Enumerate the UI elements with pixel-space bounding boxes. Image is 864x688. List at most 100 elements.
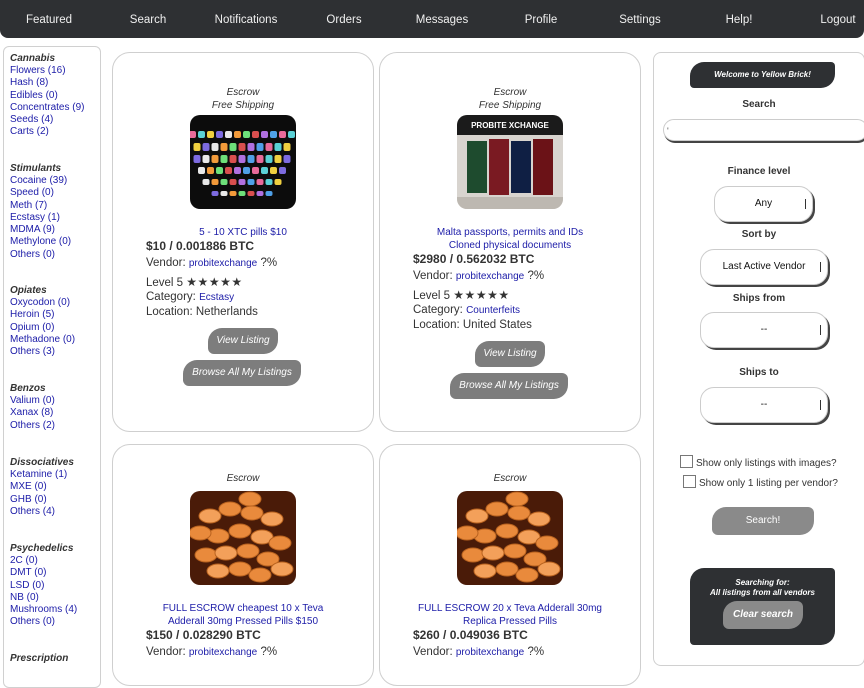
listing-image[interactable] <box>190 115 296 209</box>
category-link[interactable]: Ketamine (1) <box>10 469 74 481</box>
listing-image[interactable]: PROBITE XCHANGE <box>457 115 563 209</box>
view-listing-button[interactable]: View Listing <box>475 340 545 367</box>
listing-title[interactable]: FULL ESCROW cheapest 10 x Teva <box>113 603 373 616</box>
category-link[interactable]: Methylone (0) <box>10 236 71 248</box>
category-link[interactable]: Methadone (0) <box>10 334 75 346</box>
category-link[interactable]: Cocaine (39) <box>10 175 71 187</box>
ecstasy-pills-image <box>190 115 296 209</box>
clear-search-label: Clear search <box>732 609 794 620</box>
vendor-link[interactable]: probitexchange <box>456 271 524 282</box>
category-link[interactable]: GHB (0) <box>10 494 74 506</box>
nav-profile[interactable]: Profile <box>525 0 558 38</box>
listing-price: $2980 / 0.562032 BTC <box>413 251 535 266</box>
category-link[interactable]: 2C (0) <box>10 555 77 567</box>
category-link[interactable]: Others (0) <box>10 616 77 628</box>
category-group-benzos: Benzos Valium (0) Xanax (8) Others (2) <box>10 383 55 432</box>
category-line: Category: Counterfeits <box>413 304 520 316</box>
category-link[interactable]: Edibles (0) <box>10 90 84 102</box>
images-only-label: Show only listings with images? <box>696 458 837 469</box>
listing-image[interactable] <box>190 491 296 585</box>
category-link[interactable]: Meth (7) <box>10 200 71 212</box>
category-link[interactable]: Others (0) <box>10 249 71 261</box>
browse-listings-button[interactable]: Browse All My Listings <box>183 360 301 386</box>
nav-search[interactable]: Search <box>130 0 166 38</box>
dropdown-arrow-icon <box>820 262 821 272</box>
ships-from-value: -- <box>760 324 768 335</box>
nav-notifications[interactable]: Notifications <box>215 0 278 38</box>
sort-by-select[interactable]: Last Active Vendor <box>700 249 828 285</box>
search-label: Search <box>742 99 776 110</box>
category-group-prescription: Prescription <box>10 653 68 665</box>
category-link[interactable]: Hash (8) <box>10 77 84 89</box>
category-link[interactable]: Speed (0) <box>10 187 71 199</box>
category-link[interactable]: Heroin (5) <box>10 309 75 321</box>
vendor-line: Vendor: probitexchange ?% <box>413 646 544 658</box>
nav-orders[interactable]: Orders <box>326 0 361 38</box>
category-link[interactable]: Ecstasy (1) <box>10 212 71 224</box>
escrow-tag: Escrow <box>226 473 260 484</box>
listing-title[interactable]: Malta passports, permits and IDs <box>380 227 640 240</box>
view-listing-button[interactable]: View Listing <box>208 328 278 354</box>
category-link[interactable]: MXE (0) <box>10 481 74 493</box>
nav-help[interactable]: Help! <box>726 0 753 38</box>
finance-level-label: Finance level <box>727 166 791 177</box>
listing-title[interactable]: Replica Pressed Pills <box>380 616 640 629</box>
browse-listings-button[interactable]: Browse All My Listings <box>450 372 568 399</box>
nav-messages[interactable]: Messages <box>416 0 468 38</box>
nav-logout[interactable]: Logout <box>820 0 855 38</box>
search-button[interactable]: Search! <box>712 507 814 535</box>
rating-stars-icon: ★★★★★ <box>186 275 243 289</box>
vendor-link[interactable]: probitexchange <box>189 647 257 658</box>
listing-title[interactable]: Adderall 30mg Pressed Pills $150 <box>113 616 373 629</box>
category-link[interactable]: Counterfeits <box>466 305 520 316</box>
vendor-link[interactable]: probitexchange <box>456 647 524 658</box>
category-link[interactable]: Opium (0) <box>10 322 75 334</box>
vendor-link[interactable]: probitexchange <box>189 258 257 269</box>
category-link[interactable]: Concentrates (9) <box>10 102 84 114</box>
category-link[interactable]: DMT (0) <box>10 567 77 579</box>
category-link[interactable]: Flowers (16) <box>10 65 84 77</box>
images-only-checkbox[interactable] <box>680 455 693 468</box>
ships-to-value: -- <box>760 399 768 410</box>
one-per-vendor-checkbox[interactable] <box>683 475 696 488</box>
finance-level-select[interactable]: Any <box>714 186 813 222</box>
location-line: Location: Netherlands <box>146 306 258 318</box>
listing-title[interactable]: FULL ESCROW 20 x Teva Adderall 30mg <box>380 603 640 616</box>
category-sidebar: Cannabis Flowers (16) Hash (8) Edibles (0) C… <box>3 46 101 688</box>
category-link[interactable]: Others (4) <box>10 506 74 518</box>
category-link[interactable]: NB (0) <box>10 592 77 604</box>
listing-title[interactable]: Cloned physical documents <box>380 240 640 253</box>
category-link[interactable]: Carts (2) <box>10 126 84 138</box>
category-heading: Stimulants <box>10 163 62 174</box>
category-link[interactable]: Others (3) <box>10 346 75 358</box>
ships-to-select[interactable]: -- <box>700 387 828 423</box>
nav-settings[interactable]: Settings <box>619 0 661 38</box>
finance-level-value: Any <box>754 198 773 209</box>
search-input[interactable]: ' <box>663 119 864 141</box>
category-group-cannabis: Cannabis Flowers (16) Hash (8) Edibles (0) C… <box>10 53 84 139</box>
dropdown-arrow-icon <box>805 199 806 209</box>
top-navigation-bar: Featured Search Notifications Orders Message… <box>0 0 864 38</box>
listing-image[interactable] <box>457 491 563 585</box>
listing-title[interactable]: 5 - 10 XTC pills $10 <box>113 227 373 240</box>
view-listing-label: View Listing <box>216 335 270 346</box>
category-link[interactable]: Seeds (4) <box>10 114 84 126</box>
category-link[interactable]: Oxycodon (0) <box>10 297 75 309</box>
vendor-level: Level 5 ★★★★★ <box>146 275 243 289</box>
category-link[interactable]: Others (2) <box>10 420 55 432</box>
category-link[interactable]: LSD (0) <box>10 580 77 592</box>
listing-card: Escrow Free Shipping 5 - 10 XTC pills $10 $… <box>112 52 374 432</box>
searching-for-label: Searching for: <box>735 578 790 587</box>
category-link[interactable]: Ecstasy <box>199 292 234 303</box>
welcome-banner: Welcome to Yellow Brick! <box>690 62 835 88</box>
vendor-label: Vendor: <box>413 645 453 658</box>
nav-featured[interactable]: Featured <box>26 0 72 38</box>
clear-search-button[interactable]: Clear search <box>723 601 803 629</box>
ships-from-select[interactable]: -- <box>700 312 828 348</box>
category-link[interactable]: Mushrooms (4) <box>10 604 77 616</box>
category-link[interactable]: Valium (0) <box>10 395 55 407</box>
listing-price: $150 / 0.028290 BTC <box>146 627 261 642</box>
category-link[interactable]: MDMA (9) <box>10 224 71 236</box>
category-link[interactable]: Xanax (8) <box>10 407 55 419</box>
passports-image: PROBITE XCHANGE <box>457 115 563 209</box>
